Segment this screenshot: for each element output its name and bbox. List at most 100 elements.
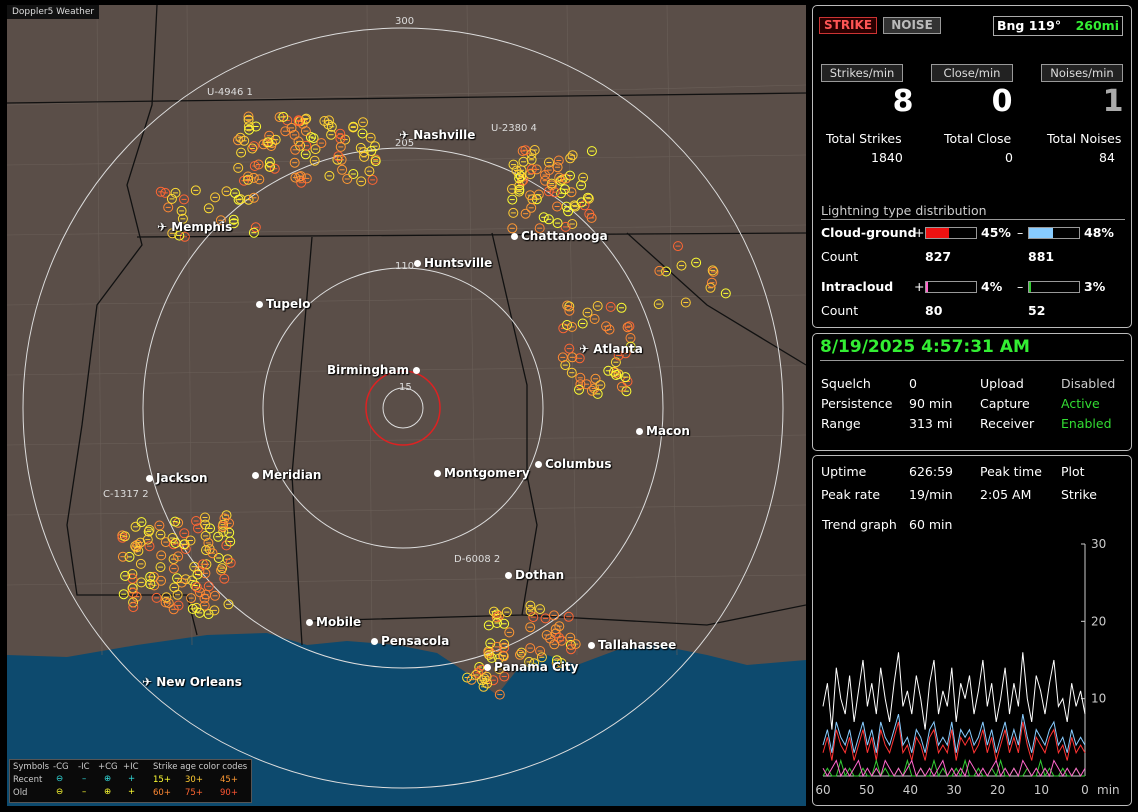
total-strikes-value: 1840: [871, 150, 903, 165]
range-value: 313 mi: [909, 416, 953, 431]
city-atlanta[interactable]: ✈ Atlanta: [579, 342, 643, 356]
bearing-value: Bng 119°: [997, 18, 1062, 33]
pos-cg-old-icon: ⊕: [104, 787, 112, 797]
map-legend: Symbols -CG -IC +CG +IC Strike age color…: [9, 759, 252, 803]
legend-col: +CG: [98, 762, 118, 772]
total-close-value: 0: [1005, 150, 1013, 165]
city-panama-city[interactable]: Panama City: [484, 660, 578, 674]
city-tupelo[interactable]: Tupelo: [256, 297, 311, 311]
city-columbus[interactable]: Columbus: [535, 457, 612, 471]
trend-panel: Uptime 626:59 Peak time Plot Peak rate 1…: [812, 455, 1132, 806]
plus-sign: +: [914, 279, 925, 294]
cg-positive-count: 827: [925, 249, 952, 264]
storm-cell-label[interactable]: U-2380 4: [491, 123, 537, 134]
x-tick-label: 40: [903, 783, 918, 797]
uptime-value: 626:59: [909, 464, 953, 479]
datetime: 8/19/2025 4:57:31 AM: [820, 337, 1030, 357]
squelch-label: Squelch: [821, 376, 871, 391]
close-per-min-label[interactable]: Close/min: [931, 64, 1013, 82]
legend-recent: Recent: [13, 775, 43, 785]
storm-cell-label[interactable]: D-6008 2: [454, 554, 500, 565]
noises-per-min-label[interactable]: Noises/min: [1041, 64, 1123, 82]
cg-negative-pct: 48%: [1084, 225, 1114, 240]
trend-value: 60 min: [909, 517, 953, 532]
total-strikes-label: Total Strikes: [826, 131, 902, 146]
plot-label: Plot: [1061, 464, 1085, 479]
peak-rate-label: Peak rate: [821, 487, 881, 502]
y-tick-label: 20: [1091, 614, 1106, 628]
ic-positive-pct: 4%: [981, 279, 1003, 294]
city-tallahassee[interactable]: Tallahassee: [588, 638, 676, 652]
bearing-readout: Bng 119° 260mi: [993, 16, 1123, 36]
city-dothan[interactable]: Dothan: [505, 568, 564, 582]
bar-fill: [926, 228, 949, 238]
x-tick-label: 30: [946, 783, 961, 797]
city-nashville[interactable]: ✈ Nashville: [399, 128, 475, 142]
peak-time-value: 2:05 AM: [980, 487, 1032, 502]
trend-series-line: [822, 652, 1086, 730]
upload-label: Upload: [980, 376, 1024, 391]
age-recent: 45+: [220, 775, 238, 785]
city-dot-icon: [256, 301, 263, 308]
cg-negative-bar: [1028, 227, 1080, 239]
city-memphis[interactable]: ✈ Memphis: [157, 220, 232, 234]
strikes-per-min-value: 8: [892, 84, 914, 119]
city-dot-icon: [413, 367, 421, 374]
trend-series-line: [822, 759, 1086, 778]
x-tick-label: 50: [859, 783, 874, 797]
city-dot-icon: [414, 260, 421, 267]
city-montgomery[interactable]: Montgomery: [434, 466, 530, 480]
city-macon[interactable]: Macon: [636, 424, 690, 438]
age-old: 75+: [185, 788, 203, 798]
x-tick-label: 20: [990, 783, 1005, 797]
ic-negative-pct: 3%: [1084, 279, 1106, 294]
upload-value: Disabled: [1061, 376, 1116, 391]
minus-sign: –: [1017, 279, 1024, 294]
legend-col: +IC: [123, 762, 139, 772]
receiver-value: Enabled: [1061, 416, 1112, 431]
strike-button[interactable]: STRIKE: [819, 17, 877, 34]
map-title: Doppler5 Weather: [7, 5, 100, 19]
age-old: 60+: [153, 788, 171, 798]
strikes-per-min-label[interactable]: Strikes/min: [821, 64, 903, 82]
intracloud-label: Intracloud: [821, 279, 894, 294]
city-jackson[interactable]: Jackson: [146, 471, 208, 485]
receiver-label: Receiver: [980, 416, 1035, 431]
city-dot-icon: [252, 472, 259, 479]
uptime-label: Uptime: [821, 464, 867, 479]
capture-label: Capture: [980, 396, 1030, 411]
city-mobile[interactable]: Mobile: [306, 615, 361, 629]
city-birmingham[interactable]: Birmingham: [327, 363, 423, 377]
trend-graph: 30 20 10 60 50 40 30 20 10 0 min: [815, 537, 1119, 797]
storm-cell-label[interactable]: C-1317 2: [103, 489, 149, 500]
city-chattanooga[interactable]: Chattanooga: [511, 229, 608, 243]
neg-ic-old-icon: –: [82, 787, 87, 797]
peak-rate-value: 19/min: [909, 487, 953, 502]
y-tick-label: 30: [1091, 537, 1106, 551]
airport-icon: ✈: [142, 675, 153, 689]
city-new-orleans[interactable]: ✈ New Orleans: [142, 675, 242, 689]
ic-count-label: Count: [821, 303, 859, 318]
city-dot-icon: [505, 572, 512, 579]
legend-col: -IC: [78, 762, 90, 772]
plot-value[interactable]: Strike: [1061, 487, 1097, 502]
distribution-title: Lightning type distribution: [821, 203, 987, 218]
city-huntsville[interactable]: Huntsville: [414, 256, 492, 270]
storm-cell-label[interactable]: U-4946 1: [207, 87, 253, 98]
city-pensacola[interactable]: Pensacola: [371, 634, 449, 648]
range-label: 110: [395, 261, 415, 272]
city-dot-icon: [434, 470, 441, 477]
cg-count-label: Count: [821, 249, 859, 264]
x-tick-label: 10: [1034, 783, 1049, 797]
noise-button[interactable]: NOISE: [883, 17, 941, 34]
airport-icon: ✈: [157, 220, 168, 234]
ic-negative-count: 52: [1028, 303, 1046, 318]
city-dot-icon: [636, 428, 643, 435]
lightning-map[interactable]: Doppler5 Weather 300 205 110 15 U-4946 1…: [7, 5, 806, 806]
legend-age-title: Strike age color codes: [153, 762, 248, 772]
range-label: 300: [395, 16, 415, 27]
city-meridian[interactable]: Meridian: [252, 468, 321, 482]
range-label: 15: [399, 382, 412, 393]
neg-cg-recent-icon: ⊖: [56, 774, 64, 784]
cg-positive-pct: 45%: [981, 225, 1011, 240]
